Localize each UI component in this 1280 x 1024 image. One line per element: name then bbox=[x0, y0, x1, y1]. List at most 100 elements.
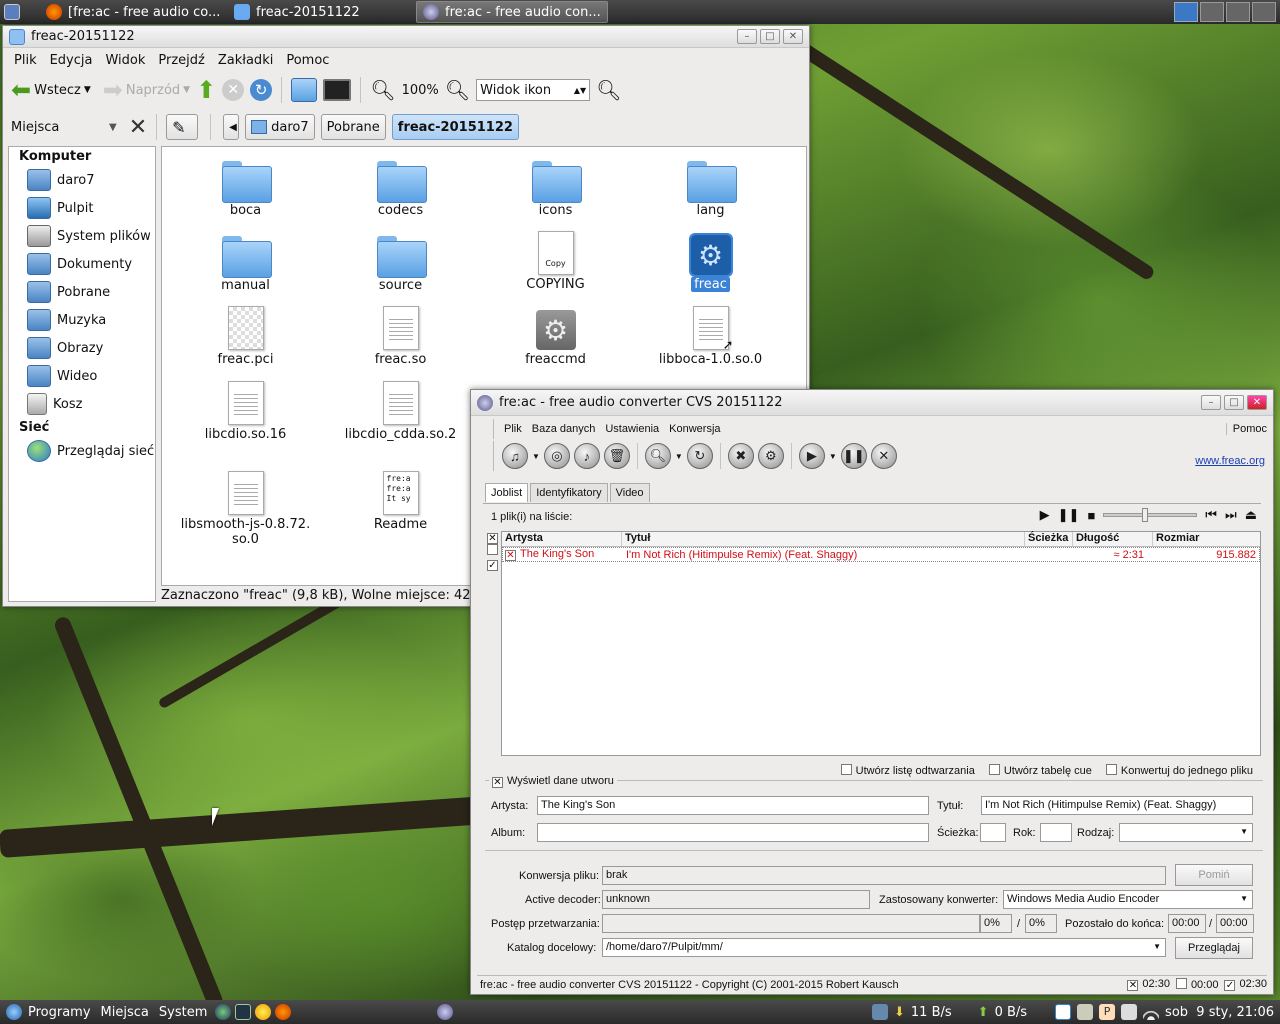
file-item[interactable]: fre:a fre:a It sy Readme bbox=[323, 471, 478, 532]
home-icon[interactable] bbox=[291, 78, 318, 102]
wifi-icon[interactable] bbox=[1143, 1004, 1160, 1020]
menu-ustawienia[interactable]: Ustawienia bbox=[605, 423, 659, 435]
show-desktop-button[interactable] bbox=[0, 1, 40, 23]
path-scroll-left[interactable]: ◀ bbox=[223, 114, 240, 140]
sidebar-item-trash[interactable]: Kosz bbox=[9, 390, 155, 418]
freac-website-link[interactable]: www.freac.org bbox=[1195, 455, 1265, 467]
tools-icon[interactable]: ✖ bbox=[727, 443, 754, 469]
show-track-info-toggle[interactable]: ✕ Wyświetl dane utworu bbox=[489, 775, 617, 788]
add-files-icon[interactable]: ♫ bbox=[502, 443, 528, 469]
zoom-in-icon[interactable]: 🔍︎ bbox=[445, 78, 470, 102]
taskbar-item-nautilus[interactable]: freac-20151122 bbox=[228, 1, 416, 23]
taskbar-item-freac[interactable]: [fre:ac - free audio co... bbox=[40, 1, 228, 23]
freac-tray-icon[interactable] bbox=[437, 1004, 454, 1020]
menu-plik[interactable]: Plik bbox=[504, 423, 522, 435]
browse-button[interactable]: Przeglądaj bbox=[1175, 937, 1253, 959]
menu-baza-danych[interactable]: Baza danych bbox=[532, 423, 596, 435]
path-button-home[interactable]: daro7 bbox=[245, 114, 315, 140]
menu-konwersja[interactable]: Konwersja bbox=[669, 423, 720, 435]
back-button[interactable]: ⬅ Wstecz ▼ bbox=[11, 78, 91, 102]
encoder-select[interactable]: Windows Media Audio Encoder ▼ bbox=[1003, 890, 1253, 909]
file-manager-titlebar[interactable]: freac-20151122 – □ ✕ bbox=[3, 26, 809, 48]
tab-video[interactable]: Video bbox=[609, 483, 650, 502]
workspace-2[interactable] bbox=[1200, 2, 1224, 22]
sidebar-item-browse-network[interactable]: Przeglądaj sieć bbox=[9, 437, 155, 465]
workspace-3[interactable] bbox=[1226, 2, 1250, 22]
presentation-icon[interactable]: P bbox=[1099, 1004, 1116, 1020]
track-number-field[interactable] bbox=[980, 823, 1006, 842]
path-button-current[interactable]: freac-20151122 bbox=[391, 114, 519, 140]
menu-pomoc[interactable]: Pomoc bbox=[1225, 423, 1267, 435]
next-track-icon[interactable]: ⏭︎ bbox=[1225, 507, 1237, 523]
year-field[interactable] bbox=[1040, 823, 1072, 842]
select-all-checkbox[interactable]: ✕ bbox=[487, 533, 498, 544]
seek-slider[interactable] bbox=[1103, 508, 1198, 522]
close-sidebar-icon[interactable]: ✕ bbox=[129, 115, 147, 140]
artist-field[interactable]: The King's Son bbox=[537, 796, 929, 815]
browser-globe-icon[interactable] bbox=[215, 1004, 232, 1020]
menu-plik[interactable]: Plik bbox=[14, 53, 37, 68]
previous-track-icon[interactable]: ⏮︎ bbox=[1205, 507, 1217, 523]
reload-icon[interactable]: ↻ bbox=[250, 79, 273, 101]
system-monitor-icon[interactable] bbox=[235, 1004, 252, 1020]
clipboard-icon[interactable] bbox=[1077, 1004, 1094, 1020]
workspace-4[interactable] bbox=[1252, 2, 1276, 22]
stop-icon[interactable]: ✕ bbox=[870, 443, 897, 469]
row-checkbox[interactable]: ✕ bbox=[505, 550, 516, 561]
forward-button[interactable]: ➡ Naprzód ▼ bbox=[103, 78, 190, 102]
edit-location-icon[interactable]: ✎ bbox=[166, 114, 199, 140]
up-arrow-icon[interactable]: ⬆ bbox=[196, 78, 216, 102]
menu-system[interactable]: System bbox=[159, 1005, 207, 1020]
menu-places[interactable]: Miejsca bbox=[101, 1005, 149, 1020]
menu-przejdz[interactable]: Przejdź bbox=[158, 53, 204, 68]
file-item-selected[interactable]: ⚙ freac bbox=[633, 233, 788, 292]
file-item[interactable]: libsmooth-js-0.8.72. so.0 bbox=[168, 471, 323, 547]
select-none-checkbox[interactable] bbox=[487, 544, 498, 555]
network-connection-icon[interactable] bbox=[872, 1004, 888, 1020]
workspace-1[interactable] bbox=[1174, 2, 1198, 22]
file-item[interactable]: lang bbox=[633, 161, 788, 218]
menu-programs[interactable]: Programy bbox=[28, 1005, 91, 1020]
dropbox-icon[interactable] bbox=[1055, 1004, 1072, 1020]
maximize-button[interactable]: □ bbox=[760, 29, 780, 44]
file-item[interactable]: freac.pci bbox=[168, 306, 323, 367]
file-item[interactable]: libcdio.so.16 bbox=[168, 381, 323, 442]
single-file-option[interactable]: Konwertuj do jednego pliku bbox=[1105, 764, 1253, 777]
tab-joblist[interactable]: Joblist bbox=[485, 483, 529, 502]
close-button[interactable]: ✕ bbox=[783, 29, 803, 44]
file-item[interactable]: codecs bbox=[323, 161, 478, 218]
file-item[interactable]: freac.so bbox=[323, 306, 478, 367]
sidebar-item-downloads[interactable]: Pobrane bbox=[9, 278, 155, 306]
remove-icon[interactable]: 🗑︎ bbox=[603, 443, 630, 469]
query-cddb-icon[interactable]: 🔍︎ bbox=[644, 443, 671, 469]
sidebar-item-home[interactable]: daro7 bbox=[9, 166, 155, 194]
minimize-button[interactable]: – bbox=[737, 29, 757, 44]
sidebar-item-music[interactable]: Muzyka bbox=[9, 306, 155, 334]
settings-gear-icon[interactable]: ⚙ bbox=[757, 443, 784, 469]
column-length[interactable]: Długość bbox=[1073, 532, 1153, 546]
freac-titlebar[interactable]: fre:ac - free audio converter CVS 201511… bbox=[471, 390, 1273, 416]
menu-widok[interactable]: Widok bbox=[105, 53, 145, 68]
menu-zakladki[interactable]: Zakładki bbox=[218, 53, 273, 68]
pause-icon[interactable]: ❚❚ bbox=[840, 443, 867, 469]
workspace-switcher[interactable] bbox=[1174, 2, 1280, 22]
skip-button[interactable]: Pomiń bbox=[1175, 864, 1253, 886]
file-item[interactable]: icons bbox=[478, 161, 633, 218]
output-dir-field[interactable]: /home/daro7/Pulpit/mm/▼ bbox=[602, 938, 1166, 957]
places-dropdown-icon[interactable]: ▼ bbox=[109, 122, 117, 133]
distro-logo-icon[interactable] bbox=[6, 1004, 22, 1020]
sidebar-item-videos[interactable]: Wideo bbox=[9, 362, 155, 390]
file-item[interactable]: boca bbox=[168, 161, 323, 218]
column-track[interactable]: Ścieżka bbox=[1025, 532, 1073, 546]
add-audio-icon[interactable]: ♪ bbox=[573, 443, 600, 469]
file-item[interactable]: ⚙ freaccmd bbox=[478, 310, 633, 367]
menu-edycja[interactable]: Edycja bbox=[50, 53, 93, 68]
sidebar-item-documents[interactable]: Dokumenty bbox=[9, 250, 155, 278]
taskbar-item-freac-active[interactable]: fre:ac - free audio con... bbox=[416, 1, 608, 23]
minimize-button[interactable]: – bbox=[1201, 395, 1221, 410]
menu-pomoc[interactable]: Pomoc bbox=[286, 53, 329, 68]
computer-icon[interactable] bbox=[323, 79, 352, 101]
submit-cddb-icon[interactable]: ↻ bbox=[686, 443, 713, 469]
volume-icon[interactable] bbox=[1121, 1004, 1138, 1020]
zoom-out-icon[interactable]: 🔍︎ bbox=[370, 78, 395, 102]
